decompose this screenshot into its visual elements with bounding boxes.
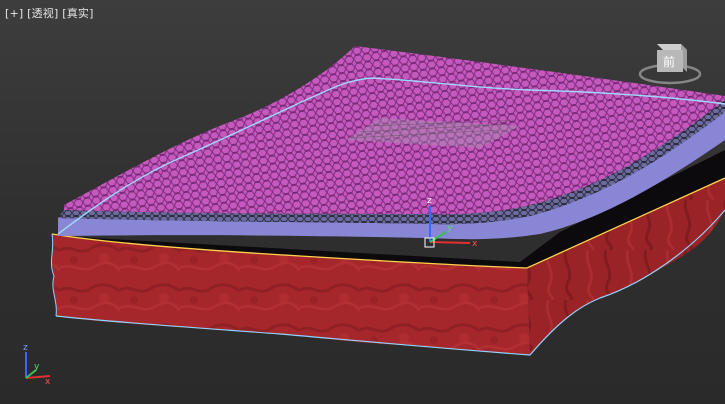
- axis-x-label: x: [45, 377, 51, 386]
- axis-y-label: y: [34, 362, 40, 372]
- scene-canvas[interactable]: z x y: [0, 0, 725, 404]
- viewport-view-menu[interactable]: [透视]: [27, 7, 58, 20]
- gizmo-z-label: z: [427, 196, 432, 206]
- gizmo-y-label: y: [447, 223, 453, 233]
- viewcube-icon[interactable]: 前: [637, 34, 703, 94]
- viewport-shading-menu[interactable]: [真实]: [62, 7, 93, 20]
- 3d-viewport[interactable]: z x y [+] [透视] [真实] 前 z y x: [0, 0, 725, 404]
- viewport-plus-menu[interactable]: [+]: [5, 7, 23, 20]
- world-axis-tripod: z y x: [23, 343, 51, 386]
- viewcube-face-label: 前: [663, 54, 675, 69]
- axis-z-label: z: [23, 343, 28, 353]
- gizmo-x-label: x: [472, 239, 478, 249]
- viewport-label-menu: [+] [透视] [真实]: [5, 5, 94, 21]
